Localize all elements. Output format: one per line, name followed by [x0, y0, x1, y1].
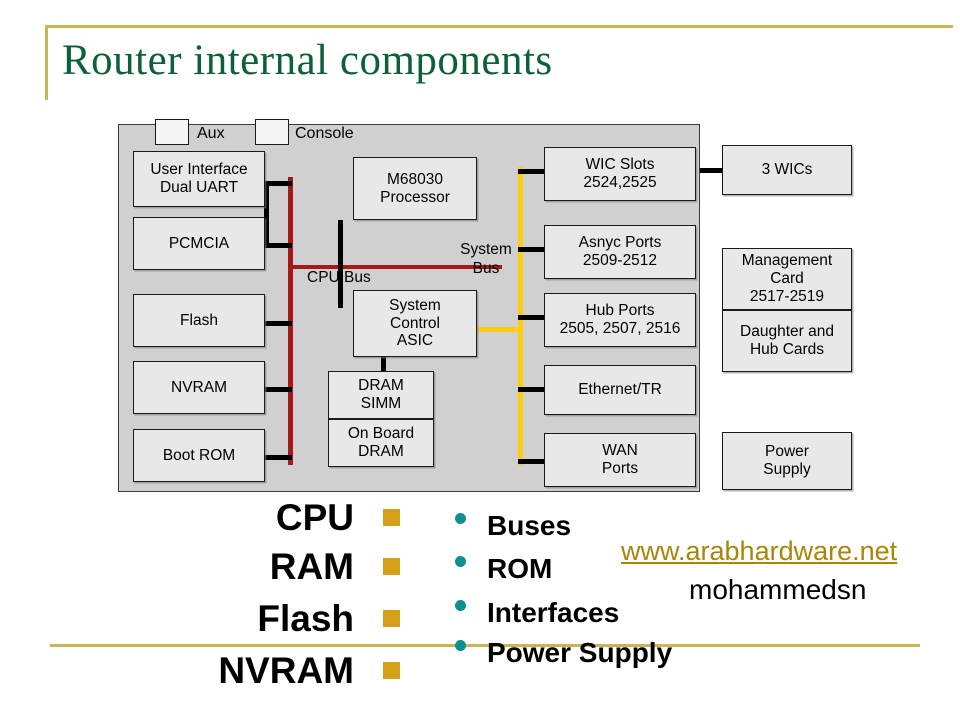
block-line-2: 2524,2525 [583, 174, 657, 191]
system-bus-label-line-2: Bus [472, 259, 500, 277]
block-line-1: PCMCIA [168, 234, 230, 252]
aux-port-label: Aux [197, 125, 225, 142]
block-line-2: 2505, 2507, 2516 [559, 320, 681, 337]
bottom-rule [50, 644, 920, 647]
summary-right-item-rom: ROM [487, 553, 553, 584]
system-bus-label-line-1: System [460, 241, 512, 258]
block-line-1: WAN [602, 442, 638, 460]
block-line-1: M68030 [386, 170, 443, 188]
block-three-wics: 3 WICs [722, 145, 852, 195]
block-boot-rom: Boot ROM [133, 429, 265, 482]
summary-left-item-cpu: CPU [275, 497, 354, 538]
block-management-card: Management Card 2517-2519 [722, 248, 852, 310]
wire-wan-ports [518, 459, 546, 464]
summary-left-bullet-cpu [383, 509, 400, 526]
wire-ethernet-tr [518, 387, 546, 392]
cpu-bus-label: CPU Bus [307, 269, 371, 286]
block-line-1: Power [765, 443, 809, 461]
block-hub-ports: Hub Ports 2505, 2507, 2516 [544, 293, 696, 347]
block-line-1: On Board [347, 425, 415, 443]
aux-port-box [155, 119, 189, 145]
summary-right-item-buses: Buses [487, 510, 572, 541]
page-title: Router internal components [62, 37, 553, 84]
block-line-1: Asnyc Ports [578, 234, 662, 252]
block-line-1: Ethernet/TR [578, 381, 662, 399]
block-line-1: Daughter and [740, 323, 834, 341]
block-line-2: Hub Cards [749, 341, 825, 358]
summary-left-bullet-nvram [383, 662, 400, 679]
block-user-interface-dual-uart: User Interface Dual UART [133, 151, 265, 207]
block-line-2: Dual UART [159, 179, 239, 196]
summary-left-item-flash: Flash [257, 598, 354, 639]
block-system-control-asic: System Control ASIC [353, 290, 477, 357]
block-line-1: DRAM [358, 377, 404, 395]
block-line-1: Management [741, 252, 833, 270]
wire-panel-to-three-wics [700, 168, 724, 173]
block-line-1: Boot ROM [162, 446, 236, 464]
block-power-supply: Power Supply [722, 432, 852, 490]
summary-left-item-ram: RAM [269, 546, 354, 587]
summary-right-bullet-interfaces [455, 600, 466, 611]
block-on-board-dram: On Board DRAM [328, 419, 434, 467]
block-line-2: SIMM [360, 395, 402, 412]
console-port-label: Console [295, 125, 354, 142]
block-line-1: Flash [180, 311, 218, 329]
wire-hub-ports [518, 315, 546, 320]
block-line-2: DRAM [358, 443, 404, 460]
block-line-3: 2517-2519 [749, 287, 825, 305]
summary-left-bullet-ram [383, 558, 400, 575]
block-pcmcia: PCMCIA [133, 217, 265, 270]
wire-flash [264, 321, 292, 326]
block-line-1: User Interface [150, 161, 248, 179]
wire-nvram [264, 387, 292, 392]
summary-right-item-power-supply: Power Supply [487, 637, 673, 668]
block-line-1: WIC Slots [585, 156, 655, 174]
block-daughter-hub-cards: Daughter and Hub Cards [722, 310, 852, 372]
title-rule-top [45, 25, 953, 28]
summary-left-item-nvram: NVRAM [218, 650, 354, 691]
wire-async-ports [518, 247, 546, 252]
website-link[interactable]: www.arabhardware.net [621, 536, 897, 567]
block-ethernet-tr: Ethernet/TR [544, 365, 696, 415]
system-bus-label: System Bus [453, 241, 519, 278]
block-nvram: NVRAM [133, 361, 265, 414]
console-port-box [255, 119, 289, 145]
block-wic-slots: WIC Slots 2524,2525 [544, 147, 696, 201]
block-line-3: ASIC [396, 332, 434, 350]
summary-right-bullet-power-supply [455, 640, 466, 651]
block-line-2: Control [390, 314, 440, 332]
block-line-2: 2509-2512 [582, 252, 658, 269]
wire-boot-rom [264, 455, 292, 460]
wire-processor-to-asic [338, 220, 343, 308]
block-line-2: Supply [763, 461, 811, 478]
router-block-diagram: Aux Console User Interface Dual UART PCM… [118, 119, 700, 492]
summary-right-bullet-buses [455, 513, 466, 524]
block-line-2: Ports [601, 460, 639, 477]
wire-wic-slots [518, 169, 546, 174]
block-wan-ports: WAN Ports [544, 433, 696, 487]
block-dram-simm: DRAM SIMM [328, 371, 434, 419]
block-async-ports: Asnyc Ports 2509-2512 [544, 225, 696, 279]
wire-pcmcia [264, 243, 292, 248]
block-line-1: Hub Ports [585, 302, 655, 320]
block-line-2: Processor [380, 188, 450, 206]
summary-right-item-interfaces: Interfaces [487, 597, 620, 628]
block-line-1: NVRAM [171, 378, 227, 396]
author-name: mohammedsn [689, 574, 867, 605]
summary-right-bullet-rom [455, 556, 466, 567]
block-line-1: 3 WICs [761, 161, 813, 179]
block-line-2: Card [770, 270, 804, 288]
block-m68030-processor: M68030 Processor [353, 157, 477, 220]
block-flash: Flash [133, 294, 265, 347]
block-line-1: System [389, 296, 441, 314]
summary-left-bullet-flash [383, 610, 400, 627]
title-rule-left [45, 25, 48, 100]
